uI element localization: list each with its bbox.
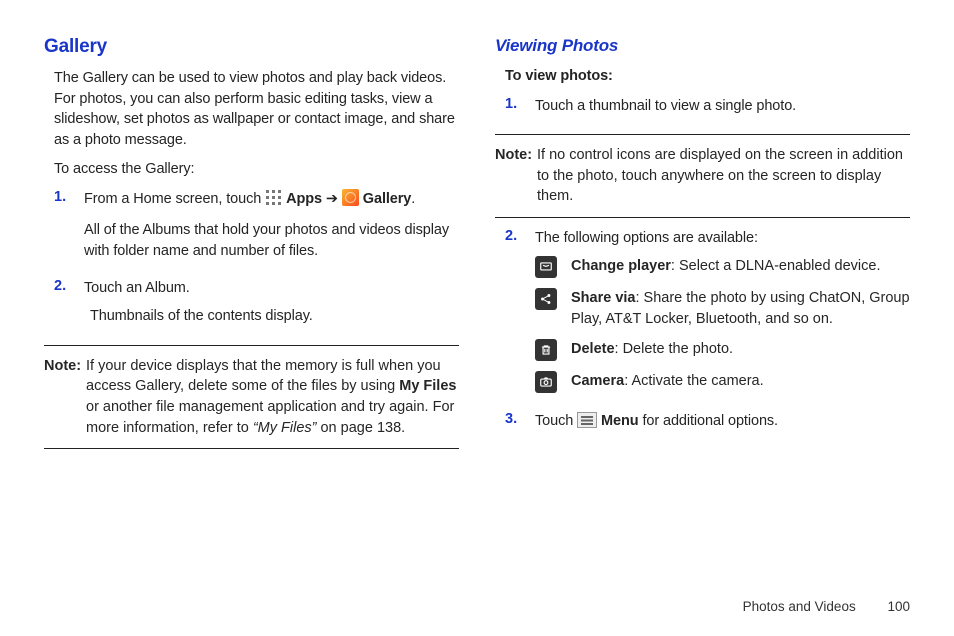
view-step-2-intro: The following options are available: <box>535 228 910 249</box>
step-2: 2. Touch an Album. Thumbnails of the con… <box>54 278 459 335</box>
share-icon <box>535 288 557 310</box>
option-camera: Camera: Activate the camera. <box>535 371 910 393</box>
gallery-steps: 1. From a Home screen, touch Apps ➔ Gall… <box>44 189 459 335</box>
camera-icon <box>535 371 557 393</box>
menu-icon <box>577 412 597 428</box>
option-share-via: Share via: Share the photo by using Chat… <box>535 288 910 329</box>
delete-icon <box>535 339 557 361</box>
view-step-1: 1. Touch a thumbnail to view a single ph… <box>505 96 910 125</box>
right-column: Viewing Photos To view photos: 1. Touch … <box>495 36 910 612</box>
view-step-3-text: Touch Menu for additional options. <box>535 411 910 432</box>
gallery-intro: The Gallery can be used to view photos a… <box>44 68 459 150</box>
step-2-line: Touch an Album. <box>84 278 459 299</box>
note-label: Note: <box>495 145 537 207</box>
view-step-2: 2. The following options are available: … <box>505 228 910 403</box>
gallery-icon <box>342 189 359 206</box>
step-1: 1. From a Home screen, touch Apps ➔ Gall… <box>54 189 459 270</box>
option-delete: Delete: Delete the photo. <box>535 339 910 361</box>
viewing-steps-1: 1. Touch a thumbnail to view a single ph… <box>495 96 910 125</box>
step-number: 1. <box>505 96 535 125</box>
step-number: 2. <box>54 278 84 335</box>
access-intro: To access the Gallery: <box>44 159 459 180</box>
note-block-left: Note: If your device displays that the m… <box>44 356 459 438</box>
step-number: 2. <box>505 228 535 403</box>
view-step-3: 3. Touch Menu for additional options. <box>505 411 910 440</box>
rule <box>495 134 910 135</box>
note-label: Note: <box>44 356 86 438</box>
rule <box>44 448 459 449</box>
note-body: If your device displays that the memory … <box>86 356 459 438</box>
page-footer: Photos and Videos 100 <box>743 599 910 614</box>
step-number: 3. <box>505 411 535 440</box>
footer-section: Photos and Videos <box>743 599 856 614</box>
apps-icon <box>265 189 282 213</box>
rule <box>44 345 459 346</box>
left-column: Gallery The Gallery can be used to view … <box>44 36 459 612</box>
view-step-1-text: Touch a thumbnail to view a single photo… <box>535 96 910 117</box>
option-change-player: Change player: Select a DLNA-enabled dev… <box>535 256 910 278</box>
gallery-label: Gallery <box>363 191 411 207</box>
note-block-right: Note: If no control icons are displayed … <box>495 145 910 207</box>
rule <box>495 217 910 218</box>
change-player-icon <box>535 256 557 278</box>
gallery-heading: Gallery <box>44 36 459 58</box>
apps-label: Apps <box>286 191 322 207</box>
note-body: If no control icons are displayed on the… <box>537 145 910 207</box>
viewing-steps-2: 2. The following options are available: … <box>495 228 910 440</box>
step-1-line: From a Home screen, touch Apps ➔ Gallery… <box>84 189 459 213</box>
viewing-sub: To view photos: <box>495 66 910 87</box>
step-1-after: All of the Albums that hold your photos … <box>84 220 459 261</box>
viewing-heading: Viewing Photos <box>495 36 910 56</box>
step-2-after: Thumbnails of the contents display. <box>84 306 459 327</box>
step-number: 1. <box>54 189 84 270</box>
footer-page-number: 100 <box>887 599 910 614</box>
options-list: Change player: Select a DLNA-enabled dev… <box>535 256 910 393</box>
